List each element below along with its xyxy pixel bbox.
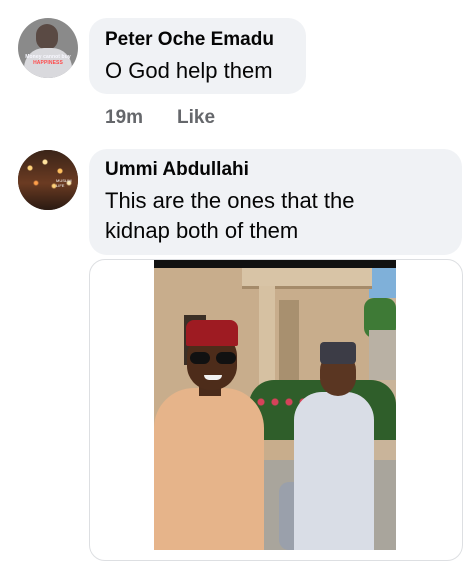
comment-author[interactable]: Ummi Abdullahi bbox=[105, 159, 249, 181]
comment-author[interactable]: Peter Oche Emadu bbox=[105, 29, 274, 51]
avatar-photo bbox=[36, 24, 58, 50]
comment-meta: 19m Like bbox=[105, 107, 215, 129]
comment-bubble-ummi: Ummi Abdullahi This are the ones that th… bbox=[89, 149, 462, 255]
photo-person-2-cap bbox=[320, 342, 356, 364]
photo-fence bbox=[369, 330, 396, 380]
comment-bubble-peter: Peter Oche Emadu O God help them bbox=[89, 18, 306, 94]
photo-person-2-body bbox=[294, 392, 374, 550]
photo-person-1-cap bbox=[186, 320, 238, 346]
photo-person-1-body bbox=[154, 388, 264, 550]
comment-text-line-1: This are the ones that the bbox=[105, 188, 355, 213]
photo-sky bbox=[369, 268, 396, 298]
comment-timestamp[interactable]: 19m bbox=[105, 107, 143, 128]
comment-text: O God help them bbox=[105, 58, 273, 83]
like-button[interactable]: Like bbox=[177, 107, 215, 129]
avatar-peter[interactable]: Money cannot buy HAPPINESS bbox=[18, 18, 78, 78]
avatar-ummi[interactable]: MUSLIM LIFE bbox=[18, 150, 78, 210]
photo-person-1-glasses bbox=[190, 352, 238, 364]
attached-photo[interactable] bbox=[154, 260, 396, 550]
photo-person-1-smile bbox=[204, 375, 222, 380]
photo-door bbox=[279, 300, 299, 380]
photo-top-bar bbox=[154, 260, 396, 268]
comment-attachment[interactable] bbox=[89, 259, 463, 561]
avatar-caption: MUSLIM LIFE bbox=[56, 178, 72, 188]
comment-text-line-2: kidnap both of them bbox=[105, 218, 299, 243]
avatar-caption: Money cannot buy HAPPINESS bbox=[25, 54, 71, 66]
